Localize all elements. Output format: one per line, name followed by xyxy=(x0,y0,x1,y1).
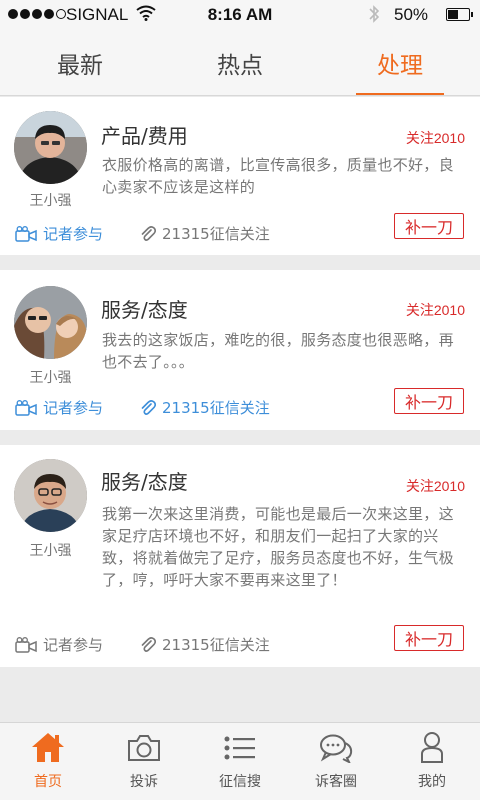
nav-complain[interactable]: 投诉 xyxy=(96,723,192,800)
paperclip-icon xyxy=(140,636,156,654)
post-card[interactable]: 王小强 服务/态度 关注2010 我第一次来这里消费，可能也是最后一次来这里，这… xyxy=(0,445,480,667)
author-name: 王小强 xyxy=(29,193,72,209)
reporter-label: 记者参与 xyxy=(43,225,104,243)
pile-on-button[interactable]: 补一刀 xyxy=(394,625,464,651)
pile-on-button[interactable]: 补一刀 xyxy=(394,388,464,414)
battery-icon xyxy=(446,8,473,21)
nav-label: 首页 xyxy=(34,774,62,790)
watch-label: 21315征信关注 xyxy=(162,636,270,654)
reporter-label: 记者参与 xyxy=(43,636,104,654)
tab-hot[interactable]: 热点 xyxy=(160,30,320,95)
chat-icon xyxy=(318,733,354,771)
user-icon xyxy=(414,731,450,771)
nav-credit-search[interactable]: 征信搜 xyxy=(192,723,288,800)
list-icon xyxy=(222,733,258,771)
credit-watch[interactable]: 21315征信关注 xyxy=(140,634,270,655)
video-camera-icon xyxy=(15,399,37,416)
follow-count: 关注2010 xyxy=(405,302,465,318)
post-card[interactable]: 王小强 服务/态度 关注2010 我去的这家饭店，难吃的很，服务态度也很恶略，再… xyxy=(0,270,480,430)
author-name: 王小强 xyxy=(29,543,72,559)
follow-count: 关注2010 xyxy=(405,478,465,494)
video-camera-icon xyxy=(15,225,37,242)
avatar[interactable] xyxy=(14,111,87,184)
bluetooth-icon xyxy=(368,4,380,29)
reporter-label: 记者参与 xyxy=(43,399,104,417)
credit-watch[interactable]: 21315征信关注 xyxy=(140,397,270,418)
tab-processing[interactable]: 处理 xyxy=(320,30,480,95)
status-bar: SIGNAL 8:16 AM 50% xyxy=(0,0,480,30)
avatar[interactable] xyxy=(14,459,87,532)
camera-icon xyxy=(126,733,162,771)
post-card[interactable]: 王小强 产品/费用 关注2010 衣服价格高的离谱，比宣传高很多，质量也不好，良… xyxy=(0,97,480,255)
nav-mine[interactable]: 我的 xyxy=(384,723,480,800)
nav-label: 征信搜 xyxy=(219,774,261,790)
nav-label: 我的 xyxy=(418,774,446,790)
post-category: 产品/费用 xyxy=(101,124,188,148)
post-content: 衣服价格高的离谱，比宣传高很多，质量也不好，良心卖家不应该是这样的 xyxy=(102,156,454,196)
watch-label: 21315征信关注 xyxy=(162,399,270,417)
paperclip-icon xyxy=(140,399,156,417)
author-name: 王小强 xyxy=(29,370,72,386)
post-content: 我去的这家饭店，难吃的很，服务态度也很恶略，再也不去了。。。 xyxy=(102,331,454,371)
nav-label: 诉客圈 xyxy=(315,774,357,790)
nav-circle[interactable]: 诉客圈 xyxy=(288,723,384,800)
follow-count: 关注2010 xyxy=(405,130,465,146)
reporter-join[interactable]: 记者参与 xyxy=(15,397,103,418)
reporter-join[interactable]: 记者参与 xyxy=(15,223,103,244)
tab-bar: 最新 热点 处理 xyxy=(0,30,480,96)
post-content: 我第一次来这里消费，可能也是最后一次来这里，这家足疗店环境也不好，和朋友们一起扫… xyxy=(102,505,454,589)
nav-label: 投诉 xyxy=(130,774,158,790)
bottom-nav: 首页 投诉 征信搜 诉客圈 我的 xyxy=(0,722,480,800)
home-icon xyxy=(30,731,66,771)
reporter-join[interactable]: 记者参与 xyxy=(15,634,103,655)
post-category: 服务/态度 xyxy=(101,298,188,322)
pile-on-button[interactable]: 补一刀 xyxy=(394,213,464,239)
nav-home[interactable]: 首页 xyxy=(0,723,96,800)
battery-percent: 50% xyxy=(394,5,429,24)
tab-latest[interactable]: 最新 xyxy=(0,30,160,95)
post-category: 服务/态度 xyxy=(101,470,188,494)
paperclip-icon xyxy=(140,225,156,243)
video-camera-icon xyxy=(15,636,37,653)
credit-watch[interactable]: 21315征信关注 xyxy=(140,223,270,244)
watch-label: 21315征信关注 xyxy=(162,225,270,243)
avatar[interactable] xyxy=(14,286,87,359)
